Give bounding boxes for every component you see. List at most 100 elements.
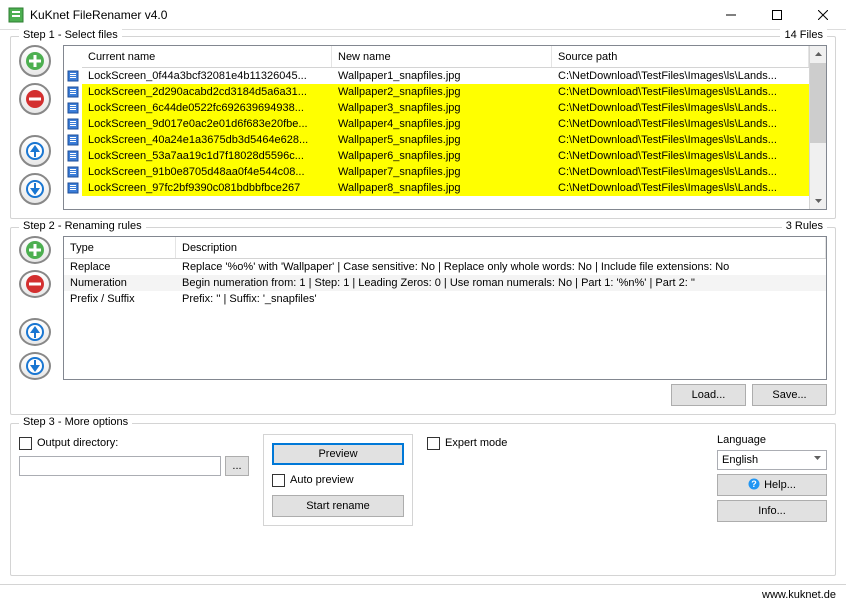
add-files-button[interactable] (19, 45, 51, 77)
cell-source: C:\NetDownload\TestFiles\Images\ls\Lands… (552, 118, 809, 130)
cell-new: Wallpaper2_snapfiles.jpg (332, 86, 552, 98)
svg-text:?: ? (751, 479, 757, 489)
table-row[interactable]: LockScreen_97fc2bf9390c081bdbbfbce267Wal… (82, 180, 809, 196)
checkbox-icon (272, 474, 285, 487)
expert-mode-label: Expert mode (445, 437, 507, 449)
checkbox-icon (19, 437, 32, 450)
table-row[interactable]: LockScreen_6c44de0522fc692639694938...Wa… (82, 100, 809, 116)
remove-rule-button[interactable] (19, 270, 51, 298)
statusbar-url: www.kuknet.de (762, 589, 836, 601)
cell-new: Wallpaper7_snapfiles.jpg (332, 166, 552, 178)
help-label: Help... (764, 479, 796, 491)
output-directory-input[interactable] (19, 456, 221, 476)
cell-current: LockScreen_97fc2bf9390c081bdbbfbce267 (82, 182, 332, 194)
output-directory-checkbox[interactable]: Output directory: (19, 434, 249, 452)
step2-count: 3 Rules (782, 220, 827, 232)
cell-current: LockScreen_53a7aa19c1d7f18028d5596c... (82, 150, 332, 162)
remove-files-button[interactable] (19, 83, 51, 115)
step1-buttons (19, 45, 55, 210)
cell-new: Wallpaper5_snapfiles.jpg (332, 134, 552, 146)
language-section: Language English ? Help... Info... (717, 434, 827, 526)
move-rule-up-button[interactable] (19, 318, 51, 346)
preview-section: Preview Auto preview Start rename (263, 434, 413, 526)
cell-new: Wallpaper1_snapfiles.jpg (332, 70, 552, 82)
scroll-thumb[interactable] (810, 63, 826, 143)
step2-group: Step 2 - Renaming rules 3 Rules Type Des… (10, 227, 836, 415)
table-row[interactable]: LockScreen_40a24e1a3675db3d5464e628...Wa… (82, 132, 809, 148)
table-row[interactable]: LockScreen_53a7aa19c1d7f18028d5596c...Wa… (82, 148, 809, 164)
rules-table[interactable]: Type Description ReplaceReplace '%o%' wi… (63, 236, 827, 380)
browse-button[interactable]: ... (225, 456, 249, 476)
table-row[interactable]: LockScreen_9d017e0ac2e01d6f683e20fbe...W… (82, 116, 809, 132)
cell-source: C:\NetDownload\TestFiles\Images\ls\Lands… (552, 166, 809, 178)
info-button[interactable]: Info... (717, 500, 827, 522)
col-new-name[interactable]: New name (332, 46, 552, 67)
file-icon (64, 164, 82, 180)
save-rules-button[interactable]: Save... (752, 384, 827, 406)
cell-desc: Begin numeration from: 1 | Step: 1 | Lea… (176, 277, 826, 289)
step3-group: Step 3 - More options Output directory: … (10, 423, 836, 576)
scroll-up-icon[interactable] (810, 46, 826, 63)
step2-buttons (19, 236, 55, 380)
step3-label: Step 3 - More options (19, 416, 132, 428)
statusbar: www.kuknet.de (0, 584, 846, 604)
file-icon (64, 116, 82, 132)
info-label: Info... (758, 505, 786, 517)
titlebar: KuKnet FileRenamer v4.0 (0, 0, 846, 30)
table-row[interactable]: Prefix / SuffixPrefix: '' | Suffix: '_sn… (64, 291, 826, 307)
col-source-path[interactable]: Source path (552, 46, 809, 67)
files-table[interactable]: Current name New name Source path LockSc… (63, 45, 827, 210)
table-row[interactable]: LockScreen_2d290acabd2cd3184d5a6a31...Wa… (82, 84, 809, 100)
file-icon (64, 180, 82, 196)
rules-table-header: Type Description (64, 237, 826, 259)
col-description[interactable]: Description (176, 237, 826, 258)
file-icon (64, 132, 82, 148)
cell-source: C:\NetDownload\TestFiles\Images\ls\Lands… (552, 102, 809, 114)
file-icon (64, 84, 82, 100)
cell-type: Replace (64, 261, 176, 273)
cell-desc: Replace '%o%' with 'Wallpaper' | Case se… (176, 261, 826, 273)
cell-desc: Prefix: '' | Suffix: '_snapfiles' (176, 293, 826, 305)
language-combobox[interactable]: English (717, 450, 827, 470)
chevron-down-icon (813, 454, 822, 466)
step2-label: Step 2 - Renaming rules (19, 220, 146, 232)
move-file-up-button[interactable] (19, 135, 51, 167)
load-rules-button[interactable]: Load... (671, 384, 746, 406)
expert-mode-checkbox[interactable]: Expert mode (427, 434, 703, 452)
col-current-name[interactable]: Current name (82, 46, 332, 67)
output-directory-section: Output directory: ... (19, 434, 249, 526)
cell-source: C:\NetDownload\TestFiles\Images\ls\Lands… (552, 150, 809, 162)
table-row[interactable]: ReplaceReplace '%o%' with 'Wallpaper' | … (64, 259, 826, 275)
start-rename-button[interactable]: Start rename (272, 495, 404, 517)
scroll-down-icon[interactable] (810, 192, 826, 209)
help-icon: ? (748, 478, 760, 493)
files-scrollbar[interactable] (809, 46, 826, 209)
step1-count: 14 Files (780, 29, 827, 41)
help-button[interactable]: ? Help... (717, 474, 827, 496)
rules-table-body: ReplaceReplace '%o%' with 'Wallpaper' | … (64, 259, 826, 307)
table-row[interactable]: LockScreen_91b0e8705d48aa0f4e544c08...Wa… (82, 164, 809, 180)
language-label: Language (717, 434, 827, 446)
cell-new: Wallpaper4_snapfiles.jpg (332, 118, 552, 130)
move-file-down-button[interactable] (19, 173, 51, 205)
cell-type: Numeration (64, 277, 176, 289)
move-rule-down-button[interactable] (19, 352, 51, 380)
file-icon-column (64, 46, 82, 209)
table-row[interactable]: NumerationBegin numeration from: 1 | Ste… (64, 275, 826, 291)
file-icon (64, 68, 82, 84)
output-directory-label: Output directory: (37, 437, 118, 449)
maximize-button[interactable] (754, 0, 800, 30)
preview-button[interactable]: Preview (272, 443, 404, 465)
language-value: English (722, 454, 758, 466)
auto-preview-checkbox[interactable]: Auto preview (272, 471, 404, 489)
minimize-button[interactable] (708, 0, 754, 30)
col-type[interactable]: Type (64, 237, 176, 258)
cell-current: LockScreen_40a24e1a3675db3d5464e628... (82, 134, 332, 146)
cell-new: Wallpaper8_snapfiles.jpg (332, 182, 552, 194)
close-button[interactable] (800, 0, 846, 30)
add-rule-button[interactable] (19, 236, 51, 264)
expert-mode-section: Expert mode (427, 434, 703, 526)
checkbox-icon (427, 437, 440, 450)
cell-new: Wallpaper3_snapfiles.jpg (332, 102, 552, 114)
table-row[interactable]: LockScreen_0f44a3bcf32081e4b11326045...W… (82, 68, 809, 84)
